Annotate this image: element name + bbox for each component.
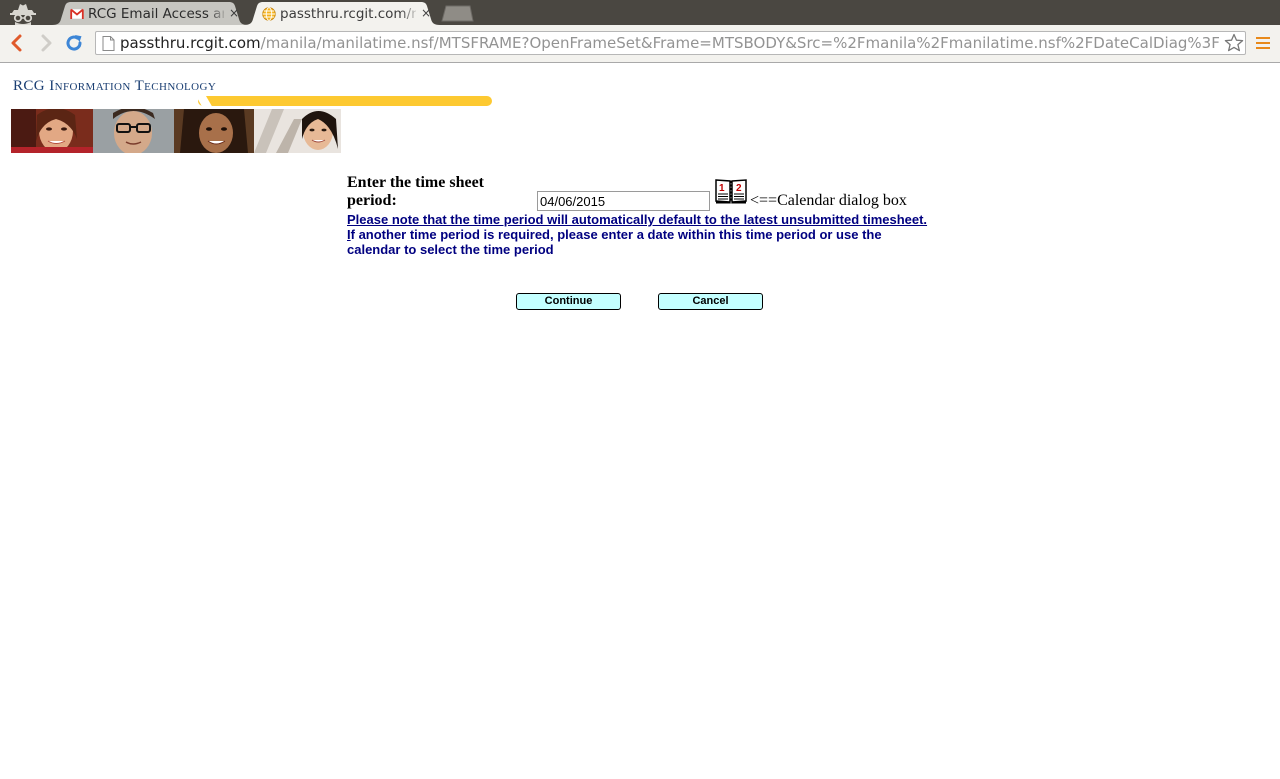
back-arrow-icon[interactable] (7, 33, 27, 53)
other-period-note: If another time period is required, plea… (347, 227, 882, 257)
photo-woman-dark-hair (174, 109, 254, 153)
address-bar[interactable]: passthru.rcgit.com/manila/manilatime.nsf… (95, 31, 1246, 55)
close-tab-icon[interactable]: × (228, 6, 240, 20)
browser-toolbar: passthru.rcgit.com/manila/manilatime.nsf… (0, 25, 1280, 63)
brand-accent-bar (198, 96, 492, 106)
default-period-note: Please note that the time period will au… (347, 212, 928, 227)
calendar-hint: <==Calendar dialog box (750, 192, 907, 209)
brand-logo: RCG Information Technology (13, 78, 217, 94)
gmail-icon (70, 8, 84, 20)
incognito-icon (10, 4, 36, 25)
new-tab-button[interactable] (440, 5, 474, 22)
url-text: passthru.rcgit.com/manila/manilatime.nsf… (120, 34, 1220, 52)
page-icon (102, 36, 115, 51)
photo-man-glasses (93, 109, 174, 153)
globe-icon (262, 7, 276, 21)
tab-strip: RCG Email Access and × passthru.rcgit.co… (0, 0, 1280, 25)
cancel-button[interactable]: Cancel (658, 293, 763, 310)
forward-arrow-icon[interactable] (36, 33, 56, 53)
svg-text:2: 2 (736, 183, 742, 194)
tab-rcg-email[interactable]: RCG Email Access and × (52, 2, 248, 25)
browser-menu-button[interactable] (1256, 37, 1270, 50)
tab-title: passthru.rcgit.com/manila (280, 6, 416, 22)
header-photos (11, 109, 341, 153)
tab-title: RCG Email Access and (88, 6, 224, 22)
continue-button[interactable]: Continue (516, 293, 621, 310)
photo-woman-light (254, 109, 341, 153)
calendar-book-icon[interactable]: 1 2 (715, 178, 747, 204)
period-label: Enter the time sheet period: (347, 174, 484, 209)
period-date-input[interactable] (537, 191, 710, 211)
bookmark-star-icon[interactable] (1224, 33, 1244, 53)
reload-icon[interactable] (64, 33, 84, 53)
tab-passthru[interactable]: passthru.rcgit.com/manila × (244, 2, 440, 25)
photo-woman-smiling (11, 109, 93, 153)
close-tab-icon[interactable]: × (420, 6, 432, 20)
svg-text:1: 1 (719, 183, 725, 194)
